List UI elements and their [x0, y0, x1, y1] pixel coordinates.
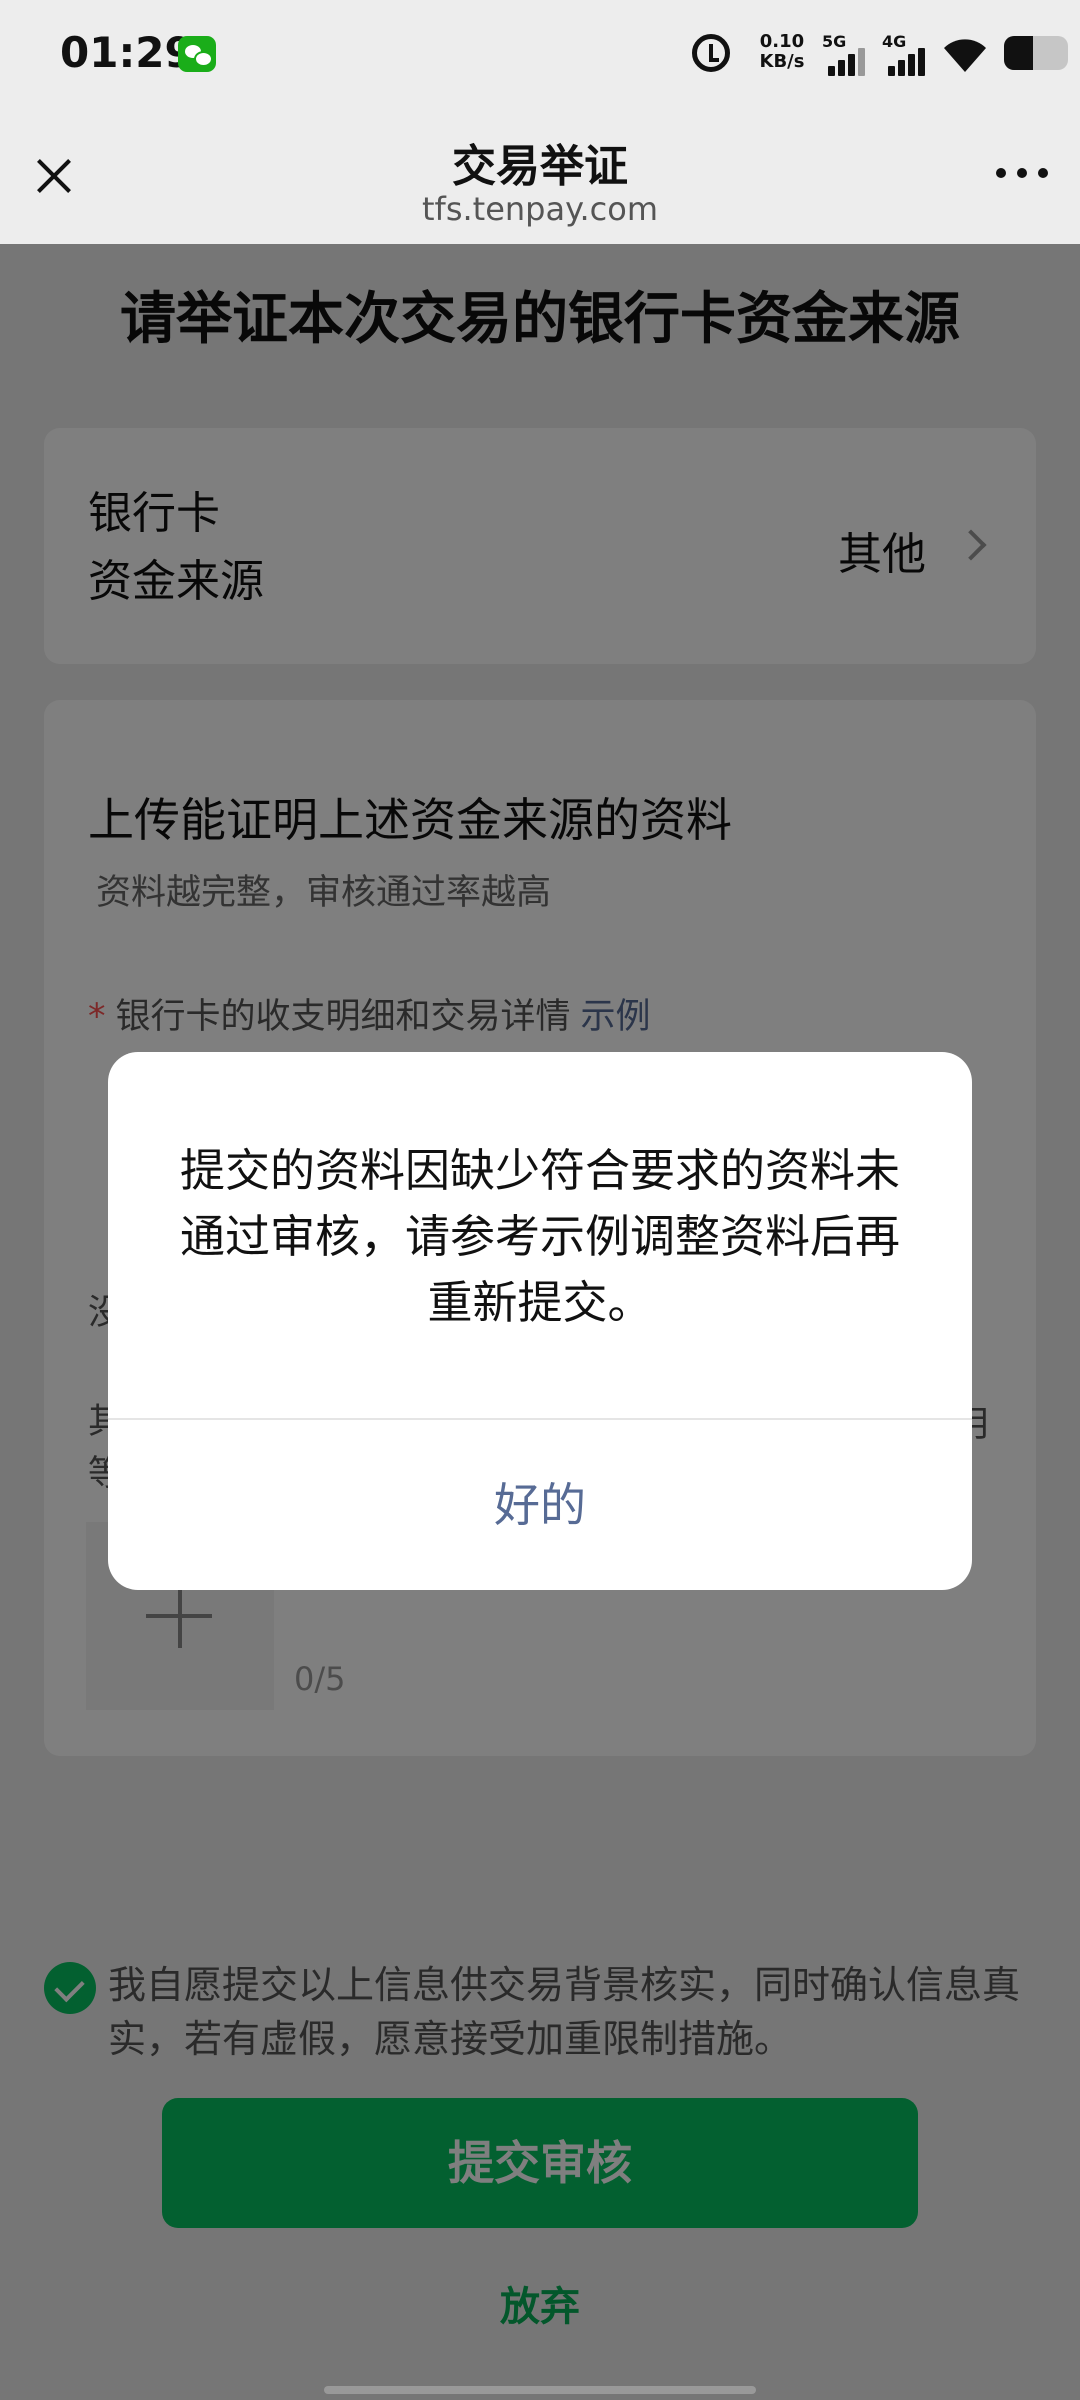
wechat-icon	[178, 36, 216, 72]
nav-title: 交易举证	[452, 141, 628, 192]
home-indicator	[324, 2386, 756, 2394]
signal-icon: 5G	[822, 32, 866, 76]
signal-type-label: 4G	[882, 32, 907, 51]
battery-level	[1004, 36, 1033, 70]
nav-url: tfs.tenpay.com	[422, 190, 658, 228]
status-time: 01:29	[60, 28, 194, 77]
battery-icon	[1004, 36, 1068, 70]
nav-bar: 交易举证 tfs.tenpay.com	[0, 110, 1080, 244]
signal-type-label: 5G	[822, 32, 847, 51]
net-speed: 0.10 KB/s	[752, 32, 812, 72]
dialog-message: 提交的资料因缺少符合要求的资料未通过审核，请参考示例调整资料后再重新提交。	[179, 1144, 900, 1329]
status-bar: 01:29 0.10 KB/s 5G 4G	[0, 0, 1080, 110]
dialog-ok-button[interactable]: 好的	[108, 1420, 972, 1590]
alert-dialog: 提交的资料因缺少符合要求的资料未通过审核，请参考示例调整资料后再重新提交。 好的	[108, 1052, 972, 1590]
wifi-icon	[944, 39, 986, 72]
alarm-icon	[692, 34, 730, 72]
signal-icon: 4G	[882, 32, 926, 76]
net-speed-unit: KB/s	[759, 51, 805, 72]
more-icon[interactable]	[994, 162, 1050, 182]
net-speed-value: 0.10	[759, 31, 805, 52]
